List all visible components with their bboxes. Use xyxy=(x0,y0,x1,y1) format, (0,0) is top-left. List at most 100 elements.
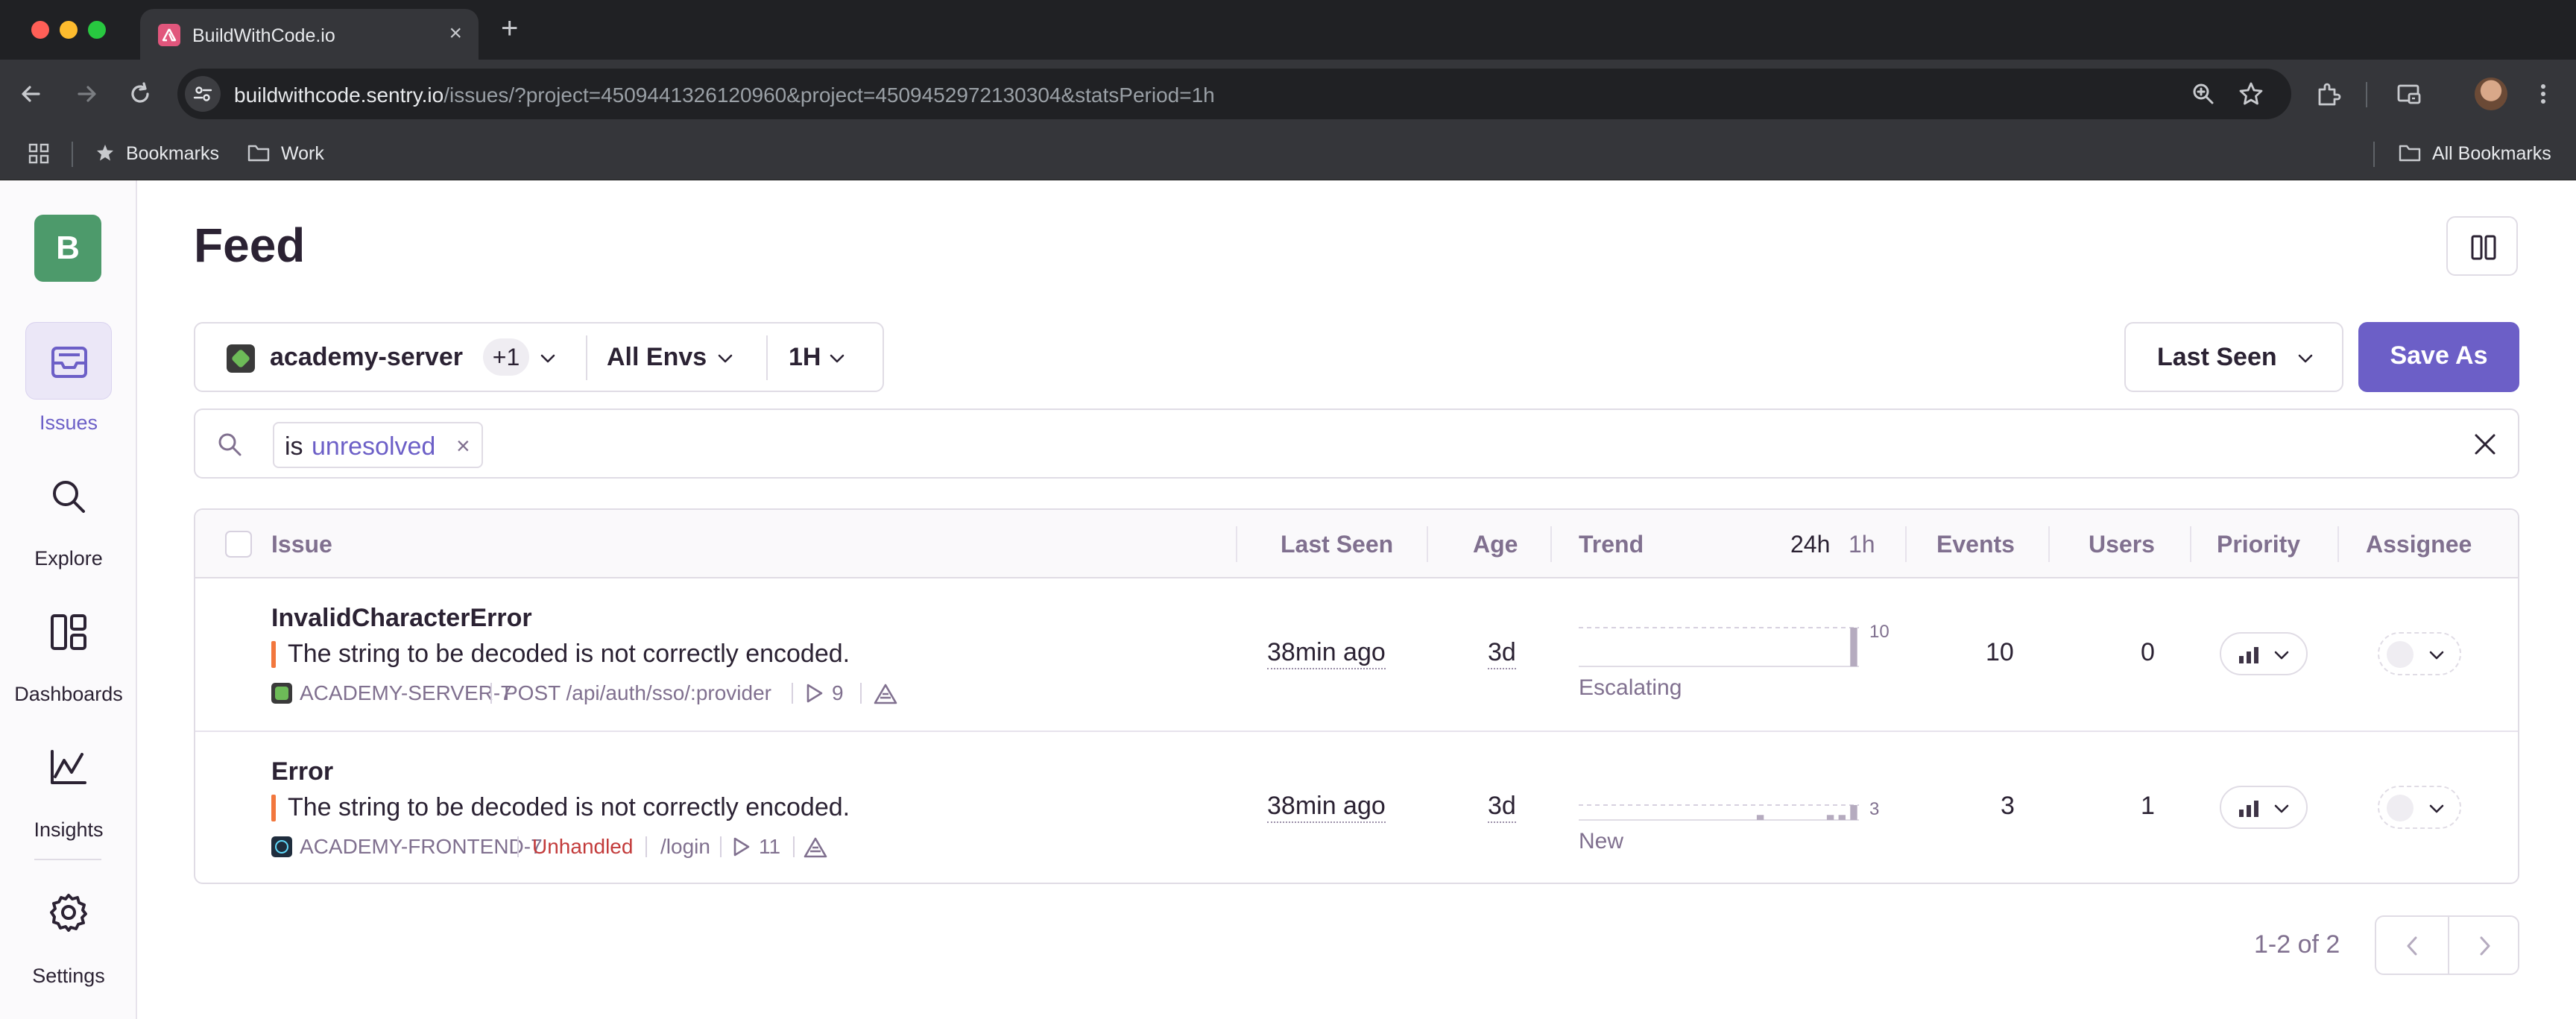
issue-culprit: POST /api/auth/sso/:provider xyxy=(504,681,771,704)
column-age[interactable]: Age xyxy=(1473,531,1518,558)
meta-divider xyxy=(860,683,862,704)
toggle-split-view-button[interactable] xyxy=(2446,216,2518,276)
save-as-label: Save As xyxy=(2390,341,2488,370)
column-last-seen[interactable]: Last Seen xyxy=(1281,531,1393,558)
issue-search-input[interactable]: is unresolved × xyxy=(194,408,2519,479)
trend-sparkline[interactable] xyxy=(1579,623,1862,671)
column-issue: Issue xyxy=(271,531,332,558)
assignee-dropdown[interactable] xyxy=(2378,786,2461,829)
save-as-button[interactable]: Save As xyxy=(2358,322,2519,392)
column-events[interactable]: Events xyxy=(1936,531,2015,558)
address-bar[interactable]: buildwithcode.sentry.io/issues/?project=… xyxy=(177,69,2291,119)
folder-icon xyxy=(2399,145,2421,162)
pager-divider xyxy=(2448,917,2449,974)
bookmark-bookmarks[interactable]: Bookmarks xyxy=(95,143,219,165)
chevron-down-icon xyxy=(540,354,555,363)
chevron-down-icon xyxy=(830,354,845,363)
extensions-puzzle-icon[interactable] xyxy=(2315,81,2342,107)
cast-media-icon[interactable] xyxy=(2396,81,2422,107)
star-icon xyxy=(97,145,113,161)
priority-dropdown[interactable] xyxy=(2220,632,2308,675)
issue-short-id[interactable]: ACADEMY-FRONTEND-7 xyxy=(300,835,543,859)
age-value[interactable]: 3d xyxy=(1488,792,1516,823)
bookmark-star-icon[interactable] xyxy=(2238,81,2264,107)
users-count: 1 xyxy=(2141,792,2155,820)
priority-dropdown[interactable] xyxy=(2220,786,2308,829)
age-value[interactable]: 3d xyxy=(1488,638,1516,669)
replay-count[interactable]: 9 xyxy=(832,681,844,705)
last-seen-value[interactable]: 38min ago xyxy=(1267,638,1386,669)
date-filter-button[interactable]: 1H xyxy=(768,324,883,391)
bookmark-work-folder[interactable]: Work xyxy=(247,143,324,165)
next-page-icon[interactable] xyxy=(2473,935,2496,957)
meta-divider xyxy=(792,683,793,704)
search-icon xyxy=(25,458,112,535)
trend-status: New xyxy=(1579,829,1624,854)
apps-grid-icon[interactable] xyxy=(27,142,51,171)
reload-icon[interactable] xyxy=(124,78,157,110)
clear-search-icon[interactable] xyxy=(2470,429,2500,459)
token-value[interactable]: unresolved xyxy=(312,432,435,461)
project-count-badge: +1 xyxy=(483,338,529,376)
trend-sparkline[interactable] xyxy=(1579,777,1862,824)
sidebar-item-label: Issues xyxy=(39,411,98,434)
zoom-icon[interactable] xyxy=(2190,81,2217,107)
more-menu-icon[interactable] xyxy=(2530,81,2557,107)
issue-title[interactable]: Error xyxy=(271,757,333,786)
error-triangle-icon[interactable] xyxy=(804,836,827,859)
chevron-down-icon xyxy=(2274,804,2289,813)
unhandled-badge: Unhandled xyxy=(532,835,634,858)
page-title: Feed xyxy=(194,218,306,272)
new-tab-icon[interactable]: + xyxy=(501,13,518,43)
site-settings-icon[interactable] xyxy=(185,76,221,112)
events-count: 3 xyxy=(2001,792,2015,820)
meta-divider xyxy=(720,836,722,857)
back-icon[interactable] xyxy=(15,78,48,110)
issue-short-id[interactable]: ACADEMY-SERVER-7 xyxy=(300,681,512,705)
token-remove-icon[interactable]: × xyxy=(456,432,470,460)
error-triangle-icon[interactable] xyxy=(874,683,897,705)
sentry-favicon-icon xyxy=(158,24,180,46)
previous-page-icon[interactable] xyxy=(2402,935,2424,957)
browser-tab[interactable]: BuildWithCode.io × xyxy=(140,9,479,60)
sidebar-item-label: Explore xyxy=(34,547,103,570)
select-all-checkbox[interactable] xyxy=(225,531,252,558)
trend-1h-toggle[interactable]: 1h xyxy=(1849,531,1875,558)
browser-toolbar: buildwithcode.sentry.io/issues/?project=… xyxy=(0,60,2576,128)
insights-graph-icon xyxy=(25,729,112,807)
window-zoom-button[interactable] xyxy=(88,21,106,39)
window-close-button[interactable] xyxy=(31,21,49,39)
last-seen-value[interactable]: 38min ago xyxy=(1267,792,1386,823)
trend-max-label: 10 xyxy=(1869,622,1890,642)
org-avatar[interactable]: B xyxy=(34,215,101,282)
issue-culprit: /login xyxy=(660,835,710,858)
environment-filter-label: All Envs xyxy=(607,343,707,371)
assignee-dropdown[interactable] xyxy=(2378,632,2461,675)
table-row[interactable]: Error The string to be decoded is not co… xyxy=(195,732,2518,883)
url-path: /issues/?project=4509441326120960&projec… xyxy=(443,83,1215,107)
window-minimize-button[interactable] xyxy=(60,21,78,39)
project-filter-button[interactable]: academy-server +1 xyxy=(195,324,584,391)
forward-icon[interactable] xyxy=(70,78,103,110)
replay-count[interactable]: 11 xyxy=(759,835,780,859)
environment-filter-button[interactable]: All Envs xyxy=(587,324,766,391)
sort-dropdown-button[interactable]: Last Seen xyxy=(2124,322,2343,392)
folder-icon xyxy=(247,145,270,162)
column-users[interactable]: Users xyxy=(2089,531,2155,558)
search-icon xyxy=(218,433,242,456)
search-filter-token[interactable]: is unresolved × xyxy=(273,422,483,468)
browser-tab-bar: BuildWithCode.io × + xyxy=(0,0,2576,60)
issue-level-indicator xyxy=(271,795,276,821)
all-bookmarks-folder[interactable]: All Bookmarks xyxy=(2399,143,2551,165)
project-icon xyxy=(227,344,255,373)
sidebar-item-label: Settings xyxy=(32,965,105,987)
toolbar-divider xyxy=(2366,82,2367,107)
tab-close-icon[interactable]: × xyxy=(449,22,462,45)
column-divider xyxy=(1550,526,1552,562)
trend-24h-toggle[interactable]: 24h xyxy=(1790,531,1830,558)
profile-avatar[interactable] xyxy=(2475,78,2507,110)
issue-title[interactable]: InvalidCharacterError xyxy=(271,604,532,633)
trend-max-label: 3 xyxy=(1869,799,1880,819)
table-row[interactable]: InvalidCharacterError The string to be d… xyxy=(195,578,2518,732)
table-header: Issue Last Seen Age Trend 24h 1h Events … xyxy=(195,510,2518,578)
